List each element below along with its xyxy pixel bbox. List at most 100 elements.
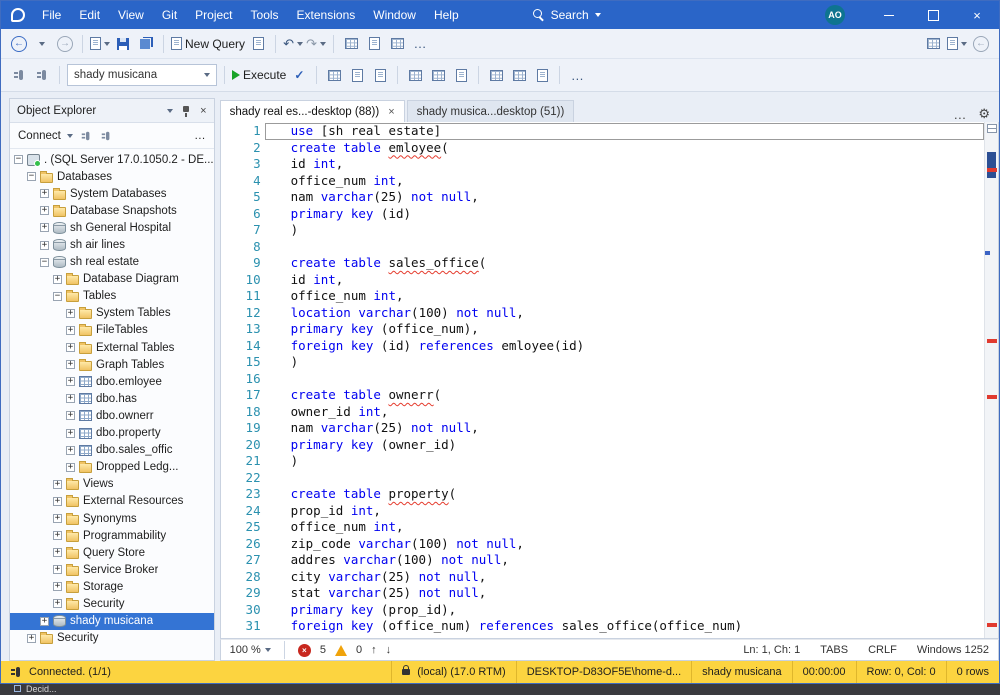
tree-item[interactable]: +System Tables: [10, 305, 214, 322]
tree-item[interactable]: −Tables: [10, 288, 214, 305]
code-line[interactable]: 26zip_code varchar(100) not null,: [221, 536, 984, 553]
sign-in-button[interactable]: ←: [971, 32, 991, 56]
find-icon-button[interactable]: [364, 32, 384, 56]
line-number[interactable]: 27: [221, 552, 265, 569]
disconnect-icon[interactable]: [80, 130, 92, 142]
tree-item[interactable]: +External Tables: [10, 339, 214, 356]
line-number[interactable]: 17: [221, 387, 265, 404]
forward-button[interactable]: →: [55, 32, 75, 56]
line-number[interactable]: 18: [221, 404, 265, 421]
tree-item[interactable]: +FileTables: [10, 322, 214, 339]
execute-button[interactable]: Execute: [232, 63, 286, 87]
parse-button[interactable]: ✓: [289, 63, 309, 87]
code-line[interactable]: 31foreign key (office_num) references sa…: [221, 618, 984, 635]
back-button[interactable]: ←: [9, 32, 29, 56]
stop-icon[interactable]: [100, 130, 112, 142]
collapse-icon[interactable]: −: [14, 155, 23, 164]
undo-button[interactable]: ↶: [283, 32, 303, 56]
change-connection-button[interactable]: [32, 63, 52, 87]
line-number[interactable]: 31: [221, 618, 265, 635]
warning-count-icon[interactable]: [335, 645, 347, 656]
code-line[interactable]: 2create table emloyee(: [221, 140, 984, 157]
code-line[interactable]: 5nam varchar(25) not null,: [221, 189, 984, 206]
warning-count[interactable]: 0: [356, 644, 362, 656]
collapse-icon[interactable]: −: [53, 292, 62, 301]
line-number[interactable]: 4: [221, 173, 265, 190]
expand-icon[interactable]: +: [40, 189, 49, 198]
expand-icon[interactable]: +: [40, 241, 49, 250]
uncomment-button[interactable]: [428, 63, 448, 87]
line-number[interactable]: 6: [221, 206, 265, 223]
code-line[interactable]: 20primary key (owner_id): [221, 437, 984, 454]
code-line[interactable]: 22: [221, 470, 984, 487]
oe-overflow-button[interactable]: …: [194, 130, 206, 142]
new-query-current-connection-button[interactable]: [248, 32, 268, 56]
collapse-icon[interactable]: −: [27, 172, 36, 181]
expand-icon[interactable]: +: [53, 565, 62, 574]
tree-item[interactable]: −sh real estate: [10, 254, 214, 271]
menu-file[interactable]: File: [33, 1, 70, 29]
expand-icon[interactable]: +: [66, 446, 75, 455]
expand-icon[interactable]: +: [40, 617, 49, 626]
pin-icon[interactable]: [182, 105, 191, 117]
tree-item[interactable]: +Database Snapshots: [10, 202, 214, 219]
tree-item[interactable]: +Dropped Ledg...: [10, 459, 214, 476]
close-button[interactable]: ×: [955, 1, 999, 29]
code-line[interactable]: 3id int,: [221, 156, 984, 173]
line-number[interactable]: 26: [221, 536, 265, 553]
maximize-button[interactable]: [911, 1, 955, 29]
expand-icon[interactable]: +: [40, 223, 49, 232]
code-line[interactable]: 13primary key (office_num),: [221, 321, 984, 338]
scrollbar-thumb[interactable]: [987, 152, 996, 178]
editor-tab[interactable]: shady musica...desktop (51)): [407, 100, 575, 122]
zoom-control[interactable]: 100 %: [230, 644, 271, 656]
line-number[interactable]: 7: [221, 222, 265, 239]
expand-icon[interactable]: +: [53, 582, 62, 591]
line-number[interactable]: 14: [221, 338, 265, 355]
line-number[interactable]: 12: [221, 305, 265, 322]
error-mark[interactable]: [987, 623, 997, 627]
code-line[interactable]: 18owner_id int,: [221, 404, 984, 421]
include-plan-button[interactable]: [532, 63, 552, 87]
error-mark[interactable]: [987, 168, 997, 172]
tree-item[interactable]: +sh General Hospital: [10, 219, 214, 236]
results-grid-button[interactable]: [324, 63, 344, 87]
search-button[interactable]: Search: [523, 5, 611, 25]
code-line[interactable]: 24prop_id int,: [221, 503, 984, 520]
line-number[interactable]: 30: [221, 602, 265, 619]
tree-item[interactable]: +shady musicana: [10, 613, 214, 630]
line-number[interactable]: 3: [221, 156, 265, 173]
error-count[interactable]: 5: [320, 644, 326, 656]
tree-item[interactable]: +Graph Tables: [10, 356, 214, 373]
line-number[interactable]: 22: [221, 470, 265, 487]
line-number[interactable]: 23: [221, 486, 265, 503]
code-line[interactable]: 27addres varchar(100) not null,: [221, 552, 984, 569]
expand-icon[interactable]: +: [27, 634, 36, 643]
line-number[interactable]: 28: [221, 569, 265, 586]
line-number[interactable]: 19: [221, 420, 265, 437]
line-number[interactable]: 29: [221, 585, 265, 602]
error-mark[interactable]: [987, 339, 997, 343]
save-all-button[interactable]: [136, 32, 156, 56]
code-line[interactable]: 10id int,: [221, 272, 984, 289]
code-line[interactable]: 23create table property(: [221, 486, 984, 503]
compare-icon-button[interactable]: [923, 32, 943, 56]
chevron-down-icon[interactable]: [167, 109, 173, 113]
tree-item[interactable]: +sh air lines: [10, 236, 214, 253]
back-dropdown[interactable]: [32, 32, 52, 56]
code-line[interactable]: 19nam varchar(25) not null,: [221, 420, 984, 437]
close-tab-icon[interactable]: ×: [388, 106, 394, 118]
tree-item[interactable]: +Service Broker: [10, 561, 214, 578]
expand-icon[interactable]: +: [40, 206, 49, 215]
line-number[interactable]: 21: [221, 453, 265, 470]
code-line[interactable]: 7): [221, 222, 984, 239]
tree-item[interactable]: +External Resources: [10, 493, 214, 510]
menu-extensions[interactable]: Extensions: [288, 1, 365, 29]
code-line[interactable]: 1use [sh real estate]: [221, 123, 984, 140]
code-line[interactable]: 28city varchar(25) not null,: [221, 569, 984, 586]
error-mark[interactable]: [987, 395, 997, 399]
expand-icon[interactable]: +: [66, 377, 75, 386]
code-line[interactable]: 25office_num int,: [221, 519, 984, 536]
expand-icon[interactable]: +: [66, 343, 75, 352]
editor-tab[interactable]: shady real es...-desktop (88))×: [220, 100, 405, 122]
